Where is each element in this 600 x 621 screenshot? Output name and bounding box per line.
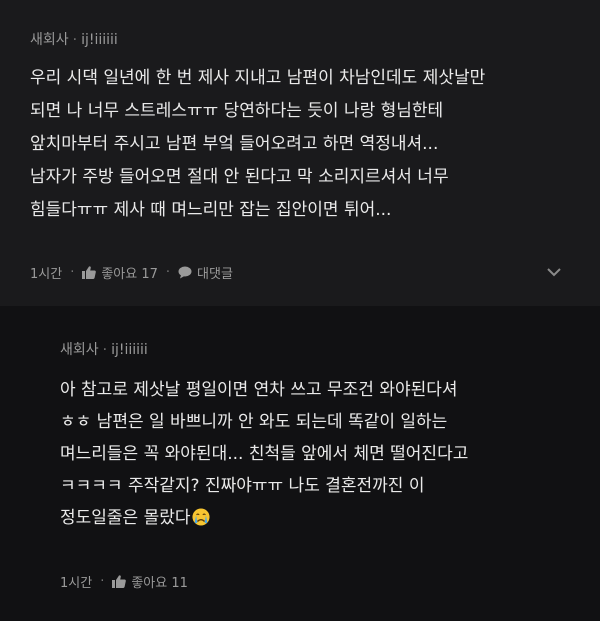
reply-label: 대댓글 xyxy=(197,266,233,282)
separator-dot: · xyxy=(72,32,78,48)
comment-meta-row: 1시간 · 좋아요 17 · 대댓글 xyxy=(30,262,233,282)
reply-comment-item: 새회사 · ij!iiiiii 아 참고로 제삿날 평일이면 연차 쓰고 무조건… xyxy=(0,306,600,621)
crying-face-emoji-icon xyxy=(191,508,210,526)
comment-time: 1시간 xyxy=(60,575,93,591)
author-company[interactable]: 새회사 xyxy=(30,30,69,50)
reply-button[interactable]: 대댓글 xyxy=(178,263,233,282)
comment-author-row: 새회사 · ij!iiiiii xyxy=(60,340,600,360)
speech-bubble-icon xyxy=(178,266,192,278)
thumbs-up-icon xyxy=(82,265,97,279)
comment-body-text: 아 참고로 제삿날 평일이면 연차 쓰고 무조건 와야된다셔 ㅎㅎ 남편은 일 … xyxy=(60,380,469,528)
separator-dot: · xyxy=(70,264,75,280)
comment-body: 우리 시댁 일년에 한 번 제사 지내고 남편이 차남인데도 제삿날만 되면 나… xyxy=(30,68,486,220)
like-button[interactable]: 좋아요 17 xyxy=(82,263,158,282)
author-handle[interactable]: ij!iiiiii xyxy=(111,340,148,360)
comment-meta-row: 1시간 · 좋아요 11 xyxy=(60,571,188,591)
comment-item: 새회사 · ij!iiiiii 우리 시댁 일년에 한 번 제사 지내고 남편이… xyxy=(0,0,600,306)
separator-dot: · xyxy=(100,573,105,589)
like-button[interactable]: 좋아요 11 xyxy=(112,572,188,591)
comment-author-row: 새회사 · ij!iiiiii xyxy=(30,30,600,50)
separator-dot: · xyxy=(102,342,108,358)
like-count-label: 좋아요 11 xyxy=(131,575,188,591)
chevron-down-icon[interactable] xyxy=(546,266,562,278)
thumbs-up-icon xyxy=(112,574,127,588)
separator-dot: · xyxy=(165,264,171,280)
comment-time: 1시간 xyxy=(30,266,63,282)
like-count-label: 좋아요 17 xyxy=(101,266,158,282)
author-handle[interactable]: ij!iiiiii xyxy=(81,30,118,50)
comment-body: 아 참고로 제삿날 평일이면 연차 쓰고 무조건 와야된다셔 ㅎㅎ 남편은 일 … xyxy=(60,374,600,534)
author-company[interactable]: 새회사 xyxy=(60,340,99,360)
